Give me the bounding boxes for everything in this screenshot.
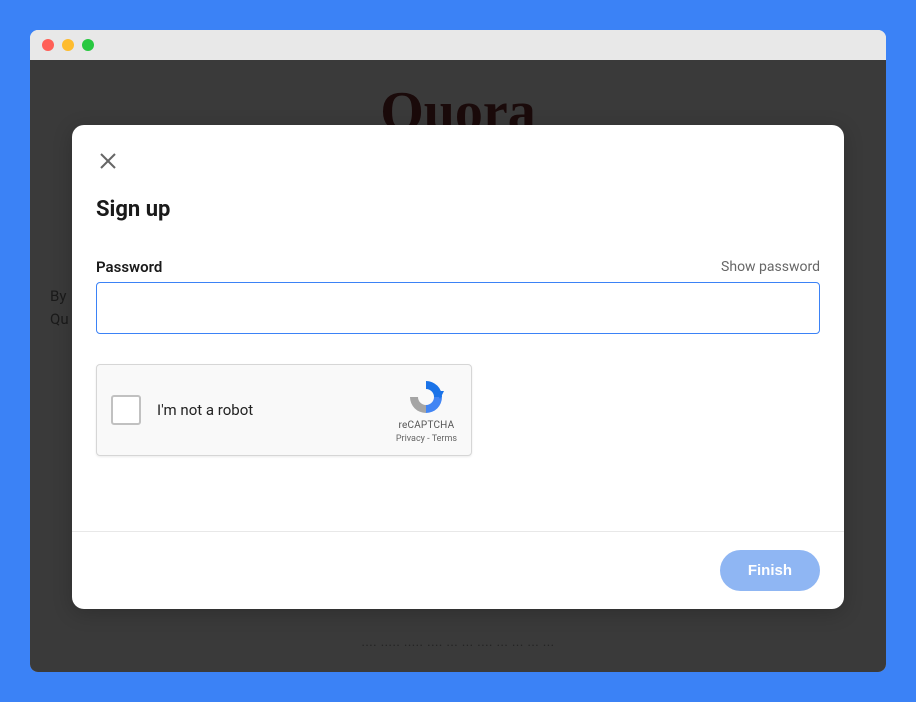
recaptcha-privacy-link[interactable]: Privacy bbox=[396, 434, 425, 444]
window-titlebar bbox=[30, 30, 886, 60]
recaptcha-widget: I'm not a robot reCAPTCHA bbox=[96, 364, 472, 456]
show-password-toggle[interactable]: Show password bbox=[721, 259, 820, 275]
recaptcha-brand: reCAPTCHA Privacy - Terms bbox=[396, 377, 457, 444]
background-text: By Qu bbox=[50, 285, 69, 330]
page-content: Quora By Qu ···· ····· ····· ···· ··· ··… bbox=[30, 60, 886, 672]
background-footer: ···· ····· ····· ···· ··· ··· ···· ··· ·… bbox=[361, 639, 554, 654]
finish-button[interactable]: Finish bbox=[720, 550, 820, 591]
password-label: Password bbox=[96, 258, 162, 276]
recaptcha-label: I'm not a robot bbox=[157, 401, 396, 419]
window-maximize-dot[interactable] bbox=[82, 39, 94, 51]
recaptcha-links: Privacy - Terms bbox=[396, 434, 457, 444]
recaptcha-brand-text: reCAPTCHA bbox=[399, 420, 455, 431]
window-minimize-dot[interactable] bbox=[62, 39, 74, 51]
app-window: Quora By Qu ···· ····· ····· ···· ··· ··… bbox=[30, 30, 886, 672]
recaptcha-icon bbox=[406, 377, 446, 417]
signup-modal: Sign up Password Show password I'm not a… bbox=[72, 125, 844, 609]
close-icon bbox=[98, 151, 118, 171]
window-close-dot[interactable] bbox=[42, 39, 54, 51]
modal-footer: Finish bbox=[72, 531, 844, 609]
password-input[interactable] bbox=[96, 282, 820, 334]
recaptcha-terms-link[interactable]: Terms bbox=[432, 434, 457, 444]
recaptcha-checkbox[interactable] bbox=[111, 395, 141, 425]
close-button[interactable] bbox=[96, 149, 120, 173]
modal-title: Sign up bbox=[96, 197, 820, 222]
